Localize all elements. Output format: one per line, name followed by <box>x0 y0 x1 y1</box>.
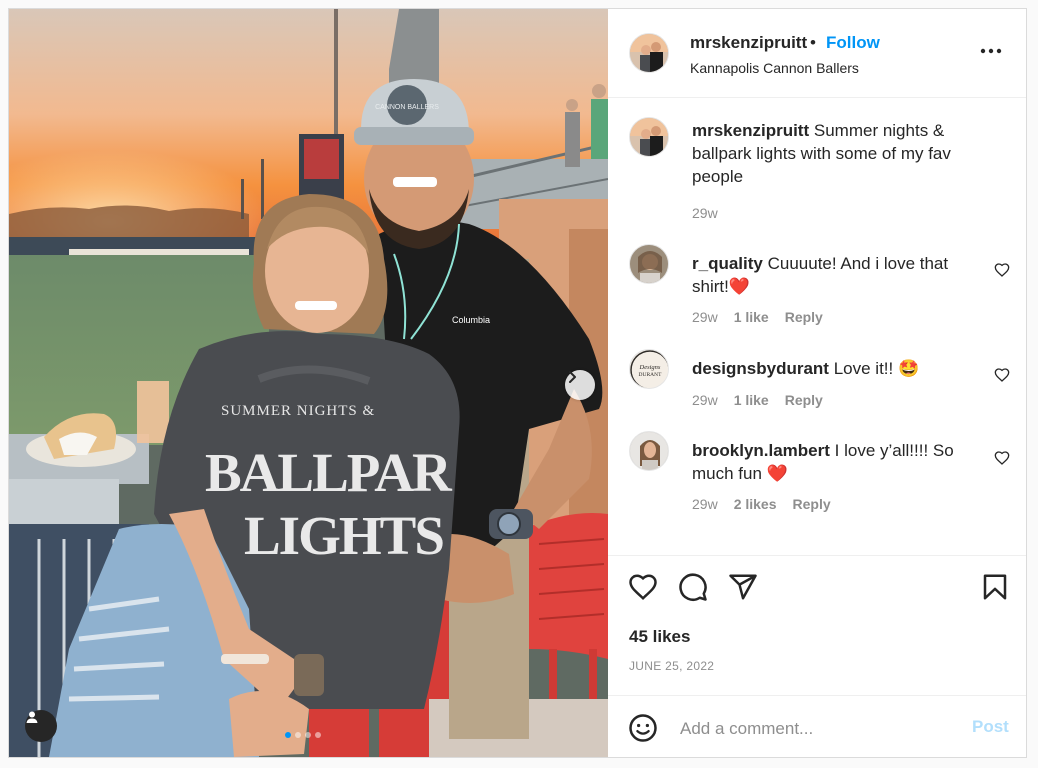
heart-emoji: ❤️ <box>728 277 751 296</box>
carousel-dots <box>285 732 321 738</box>
photo-illustration: CANNON BALLERS Columbia SUMMER NIGHTS & … <box>9 9 608 757</box>
tagged-users-button[interactable] <box>25 710 57 742</box>
comment-meta: 29w 1 like Reply <box>692 309 839 325</box>
like-count[interactable]: 45 likes <box>629 627 690 647</box>
comment-username[interactable]: designsbydurant <box>692 359 829 378</box>
caption-text: mrskenzipruitt Summer nights & ballpark … <box>692 119 972 188</box>
reply-button[interactable]: Reply <box>785 309 823 325</box>
post-date[interactable]: JUNE 25, 2022 <box>629 659 714 673</box>
add-comment-bar: Post <box>608 695 1026 757</box>
post-photo[interactable]: CANNON BALLERS Columbia SUMMER NIGHTS & … <box>9 9 608 757</box>
reply-button[interactable]: Reply <box>785 392 823 408</box>
caption-time[interactable]: 29w <box>692 205 718 221</box>
caption-username[interactable]: mrskenzipruitt <box>692 121 809 140</box>
comment-meta: 29w 1 like Reply <box>692 392 839 408</box>
comment-time[interactable]: 29w <box>692 392 718 408</box>
post-card: CANNON BALLERS Columbia SUMMER NIGHTS & … <box>8 8 1027 758</box>
carousel-dot <box>285 732 291 738</box>
carousel-dot <box>295 732 301 738</box>
commenter-avatar-image <box>630 245 668 283</box>
shirt-print-line1: SUMMER NIGHTS & <box>221 403 375 419</box>
author-username[interactable]: mrskenzipruitt <box>690 33 807 53</box>
heart-icon[interactable] <box>628 572 658 602</box>
chevron-right-icon <box>569 371 576 383</box>
columbia-logo: Columbia <box>452 315 490 325</box>
comment-username[interactable]: brooklyn.lambert <box>692 441 830 460</box>
heart-emoji: ❤️ <box>766 464 788 483</box>
next-image-button[interactable] <box>565 370 595 400</box>
author-avatar[interactable] <box>629 33 669 73</box>
comment-text: r_quality Cuuuute! And i love that shirt… <box>692 252 972 298</box>
designsbydurant-logo: Designs DURANT <box>630 350 668 388</box>
post-actions: 45 likes JUNE 25, 2022 <box>608 555 1026 696</box>
post-location[interactable]: Kannapolis Cannon Ballers <box>690 60 859 76</box>
commenter-avatar-image <box>630 432 668 470</box>
avatar-logo-line1: Designs <box>639 364 661 371</box>
bookmark-icon[interactable] <box>980 572 1010 602</box>
post-side-panel: mrskenzipruitt • Follow Kannapolis Canno… <box>608 9 1026 757</box>
author-avatar[interactable] <box>629 117 669 157</box>
post-header: mrskenzipruitt • Follow Kannapolis Canno… <box>608 9 1026 98</box>
comment-meta: 29w 2 likes Reply <box>692 496 847 512</box>
comment-body: Love it!! <box>833 359 894 378</box>
comment-time[interactable]: 29w <box>692 496 718 512</box>
separator-dot: • <box>810 33 816 52</box>
avatar-logo-line2: DURANT <box>639 372 663 378</box>
carousel-dot <box>315 732 321 738</box>
post-comment-button[interactable]: Post <box>972 717 1009 737</box>
author-avatar-image <box>630 34 668 72</box>
caption-meta: 29w <box>692 205 734 221</box>
share-icon[interactable] <box>728 572 758 602</box>
emoji-icon[interactable] <box>628 713 658 743</box>
reply-button[interactable]: Reply <box>793 496 831 512</box>
shirt-print-line2: BALLPAR <box>205 442 453 503</box>
star-struck-emoji: 🤩 <box>897 359 920 378</box>
heart-icon[interactable] <box>994 450 1010 466</box>
comment-text: designsbydurant Love it!! 🤩 <box>692 357 972 380</box>
comment-time[interactable]: 29w <box>692 309 718 325</box>
carousel-dot <box>305 732 311 738</box>
comment-icon[interactable] <box>678 572 708 602</box>
shirt-print-line3: LIGHTS <box>244 505 443 566</box>
comment-text: brooklyn.lambert I love y’all!!!! So muc… <box>692 439 972 485</box>
heart-icon[interactable] <box>994 262 1010 278</box>
commenter-avatar[interactable] <box>629 244 669 284</box>
user-tag-icon <box>26 711 38 723</box>
follow-button[interactable]: Follow <box>826 33 880 53</box>
more-icon[interactable] <box>978 41 1004 61</box>
commenter-avatar[interactable] <box>629 431 669 471</box>
comment-like-count[interactable]: 2 likes <box>734 496 777 512</box>
commenter-avatar[interactable]: Designs DURANT <box>629 349 669 389</box>
author-avatar-image <box>630 118 668 156</box>
comment-input[interactable] <box>678 714 962 744</box>
heart-icon[interactable] <box>994 367 1010 383</box>
comment-like-count[interactable]: 1 like <box>734 309 769 325</box>
comment-username[interactable]: r_quality <box>692 254 763 273</box>
hat-print: CANNON BALLERS <box>375 104 439 111</box>
comment-like-count[interactable]: 1 like <box>734 392 769 408</box>
